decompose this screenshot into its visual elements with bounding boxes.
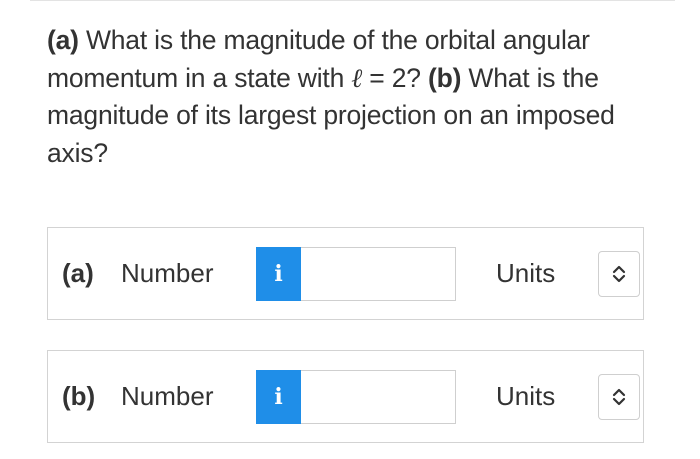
answer-row-a: (a) Number i Units xyxy=(47,227,644,320)
chevron-up-down-icon xyxy=(612,265,626,283)
answer-row-b: (b) Number i Units xyxy=(47,350,644,443)
number-label-a: Number xyxy=(121,258,214,288)
info-button-a[interactable]: i xyxy=(256,247,301,301)
top-divider xyxy=(30,0,675,1)
number-label-b: Number xyxy=(121,381,214,411)
info-icon: i xyxy=(274,384,283,410)
units-select-a[interactable] xyxy=(598,251,640,297)
question-text: (a) What is the magnitude of the orbital… xyxy=(47,22,667,172)
number-input-b[interactable] xyxy=(301,370,456,424)
units-label-b: Units xyxy=(496,381,556,411)
question-part-b-marker: (b) xyxy=(427,62,462,93)
chevron-up-down-icon xyxy=(612,388,626,406)
info-button-b[interactable]: i xyxy=(256,370,301,424)
units-label-a: Units xyxy=(496,258,556,288)
question-part-a-text-2: = 2? xyxy=(362,62,428,93)
part-label-a: (a) xyxy=(62,258,94,288)
question-part-a-marker: (a) xyxy=(47,25,79,55)
part-label-b: (b) xyxy=(62,381,96,411)
info-icon: i xyxy=(274,261,283,287)
units-select-b[interactable] xyxy=(598,374,640,420)
number-input-a[interactable] xyxy=(301,247,456,301)
ell-symbol: ℓ xyxy=(351,62,363,94)
